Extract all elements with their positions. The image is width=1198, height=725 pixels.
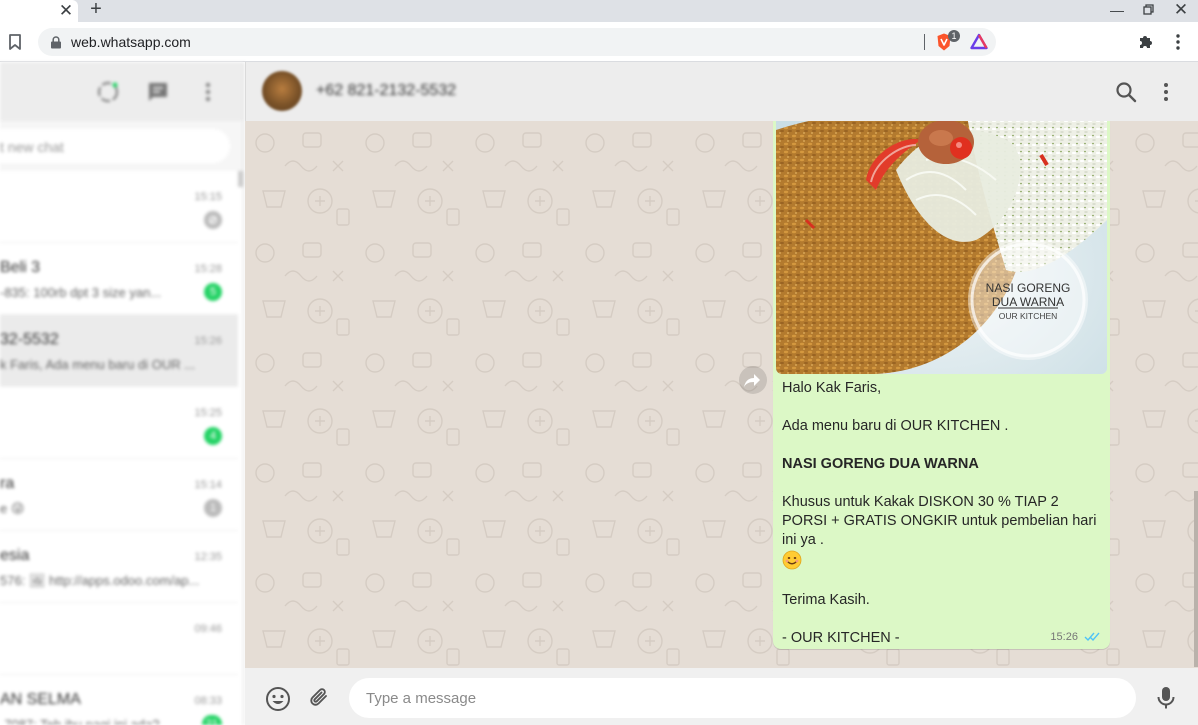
emoji-picker-icon[interactable]: [264, 685, 292, 713]
tab-close-icon[interactable]: ✕: [56, 1, 76, 21]
message-text: Halo Kak Faris, Ada menu baru di OUR KIT…: [782, 379, 1104, 648]
window-close-icon[interactable]: ✕: [1168, 0, 1194, 20]
unread-count-badge: 21: [201, 715, 222, 725]
url-text[interactable]: web.whatsapp.com: [71, 34, 191, 50]
read-receipt-icon: [1084, 631, 1100, 645]
left-menu-icon[interactable]: [196, 80, 220, 104]
message-thanks: Terima Kasih.: [782, 592, 870, 608]
chat-time: 12:35: [194, 551, 222, 563]
outgoing-message-bubble[interactable]: NASI GORENG DUA WARNA OUR KITCHEN Halo K…: [773, 121, 1110, 649]
unread-count-badge: 4: [204, 427, 222, 445]
browser-menu-icon[interactable]: [1168, 32, 1188, 52]
chat-list: 15:15 Beli 3 15:28 -835: 100rb dpt 3 size y…: [0, 171, 243, 725]
chat-name: Beli 3: [0, 259, 41, 276]
new-chat-icon[interactable]: [146, 80, 170, 104]
new-tab-icon[interactable]: +: [86, 0, 106, 20]
chat-preview: 576: 🖼 http://apps.odoo.com/ap...: [0, 573, 200, 588]
chat-list-scrollbar[interactable]: [238, 171, 243, 187]
message-input[interactable]: [349, 678, 1136, 718]
chat-time: 15:28: [194, 263, 222, 275]
shield-count-badge: 1: [948, 30, 960, 42]
image-caption-line3: OUR KITCHEN: [999, 311, 1058, 321]
chat-list-item[interactable]: esia 12:35 576: 🖼 http://apps.odoo.com/ap.…: [0, 531, 238, 603]
omnibox-divider: [924, 34, 925, 50]
window-minimize-icon[interactable]: —: [1104, 0, 1130, 20]
conversation-area: NASI GORENG DUA WARNA OUR KITCHEN Halo K…: [245, 121, 1198, 668]
conversation-header: +62 821-2132-5532: [245, 62, 1198, 121]
brave-rewards-icon[interactable]: [970, 33, 988, 51]
unread-count-badge: 5: [204, 283, 222, 301]
extensions-puzzle-icon[interactable]: [1136, 32, 1156, 52]
chat-preview: -7087: Teh ibu pagi ini ada?: [0, 717, 160, 725]
chat-search-bar: t new chat: [0, 121, 243, 171]
chat-name: ra: [0, 475, 15, 492]
search-icon[interactable]: [1114, 80, 1138, 104]
contact-name[interactable]: +62 821-2132-5532: [316, 82, 456, 100]
chat-search-input[interactable]: t new chat: [0, 129, 230, 163]
message-intro: Ada menu baru di OUR KITCHEN .: [782, 418, 1009, 434]
chat-time: 15:26: [194, 335, 222, 347]
chat-time: 15:25: [194, 407, 222, 419]
message-meta: 15:26: [1050, 631, 1100, 645]
chat-name: esia: [0, 547, 30, 564]
message-title: NASI GORENG DUA WARNA: [782, 456, 979, 472]
lock-icon[interactable]: [50, 36, 62, 49]
muted-icon: [204, 211, 222, 229]
window-restore-icon[interactable]: [1136, 0, 1162, 20]
forward-message-button[interactable]: [739, 366, 767, 394]
chat-preview: -835: 100rb dpt 3 size yan...: [0, 285, 162, 300]
search-placeholder: t new chat: [0, 139, 64, 155]
chat-time: 15:15: [194, 191, 222, 203]
message-greeting: Halo Kak Faris,: [782, 380, 882, 396]
chat-time: 15:14: [194, 479, 222, 491]
smiling-emoji-icon: [782, 550, 802, 570]
chat-list-item[interactable]: AN SELMA 08:33 -7087: Teh ibu pagi ini ada…: [0, 675, 238, 725]
attach-icon[interactable]: [307, 685, 331, 709]
chat-time: 09:46: [194, 623, 222, 635]
chat-list-item[interactable]: 15:25 4: [0, 387, 238, 459]
unread-count-badge: 1: [204, 499, 222, 517]
chat-preview: e 😜: [0, 501, 25, 516]
chat-list-item[interactable]: 15:15: [0, 171, 238, 243]
chat-list-item[interactable]: ra 15:14 e 😜 1: [0, 459, 238, 531]
conversation-menu-icon[interactable]: [1154, 80, 1178, 104]
chat-name: AN SELMA: [0, 691, 81, 708]
image-caption-line2: DUA WARNA: [992, 295, 1064, 309]
chat-list-item[interactable]: 09:46: [0, 603, 238, 675]
food-image[interactable]: NASI GORENG DUA WARNA OUR KITCHEN: [776, 121, 1107, 374]
message-promo: Khusus untuk Kakak DISKON 30 % TIAP 2 PO…: [782, 494, 1097, 548]
browser-tab-strip: ✕ + — ✕: [0, 0, 1198, 22]
status-icon[interactable]: [96, 80, 120, 104]
left-panel-header: [0, 62, 243, 121]
chat-preview: k Faris, Ada menu baru di OUR ...: [0, 357, 196, 372]
bookmark-icon[interactable]: [6, 32, 24, 52]
chat-time: 08:33: [194, 695, 222, 707]
chat-name: 32-5532: [0, 331, 59, 348]
microphone-icon[interactable]: [1155, 685, 1177, 711]
chat-list-item[interactable]: Beli 3 15:28 -835: 100rb dpt 3 size yan...…: [0, 243, 238, 315]
message-time: 15:26: [1050, 631, 1078, 643]
chat-list-panel: t new chat 15:15 Beli 3 15:28 -835: 100rb d…: [0, 62, 244, 725]
browser-toolbar: web.whatsapp.com 1: [0, 22, 1198, 62]
contact-avatar[interactable]: [262, 71, 302, 111]
browser-tab[interactable]: ✕: [0, 0, 78, 22]
conversation-scrollbar[interactable]: [1194, 491, 1198, 667]
message-composer: [245, 668, 1198, 725]
image-caption-line1: NASI GORENG: [986, 281, 1071, 295]
chat-list-item[interactable]: 32-5532 15:26 k Faris, Ada menu baru di OU…: [0, 315, 238, 387]
address-bar[interactable]: web.whatsapp.com 1: [38, 28, 996, 56]
